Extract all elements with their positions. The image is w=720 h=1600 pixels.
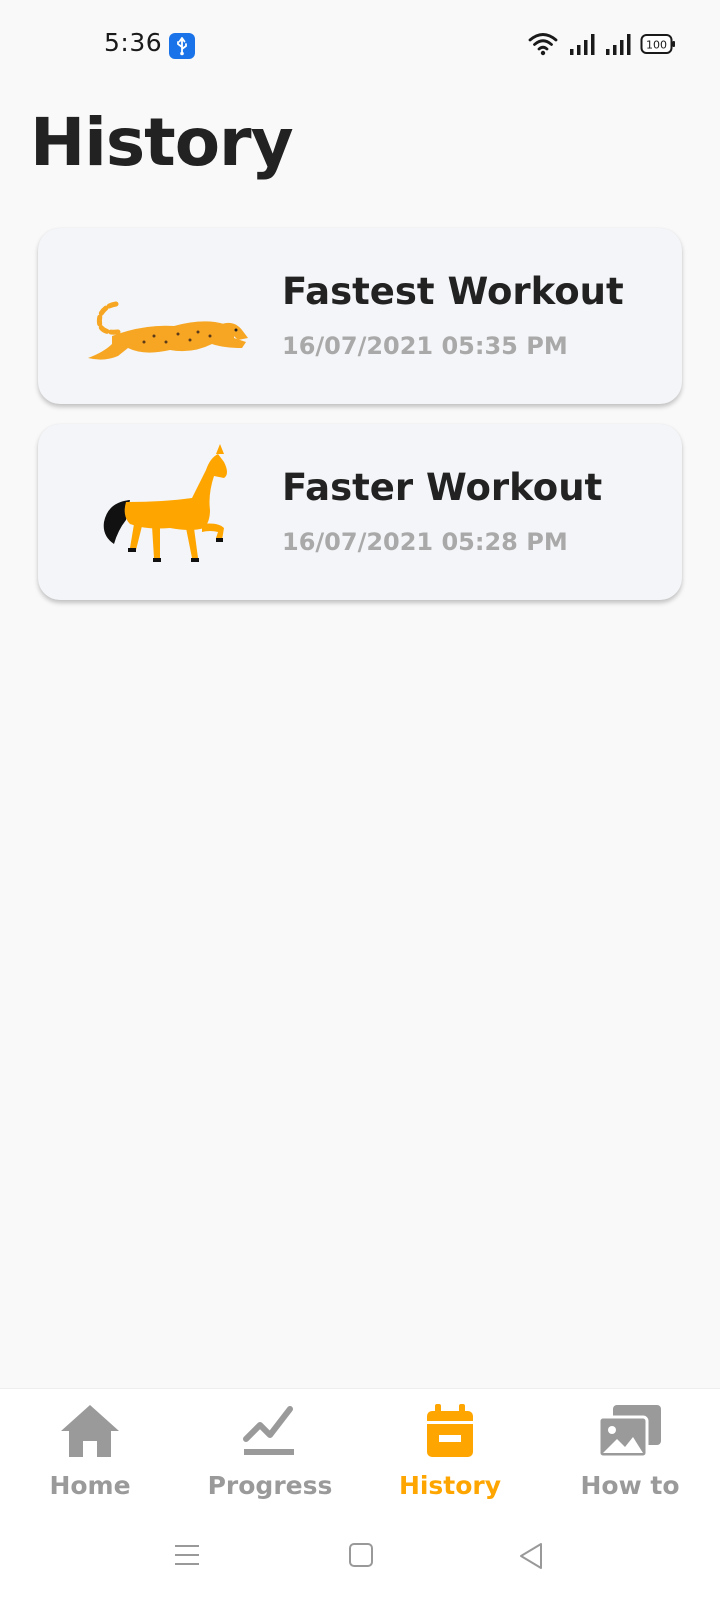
workout-date: 16/07/2021 05:35 PM (282, 332, 568, 360)
nav-item-home[interactable]: Home (0, 1389, 180, 1525)
menu-icon[interactable] (174, 1542, 200, 1568)
nav-label-home: Home (49, 1471, 131, 1500)
status-bar: 5:36 100 (0, 0, 720, 90)
page-title: History (30, 104, 294, 181)
system-nav-bar (0, 1524, 720, 1600)
cheetah-illustration (88, 301, 248, 360)
status-time: 5:36 (104, 28, 163, 57)
home-square-icon[interactable] (348, 1542, 374, 1568)
battery-level: 100 (646, 39, 667, 52)
nav-label-history: History (398, 1471, 502, 1500)
calendar-icon (427, 1404, 473, 1457)
bottom-nav: Home Progress History How to (0, 1388, 720, 1525)
workout-date: 16/07/2021 05:28 PM (282, 528, 568, 556)
nav-label-how-to: How to (580, 1471, 680, 1500)
home-icon (61, 1405, 119, 1457)
history-screen: 5:36 100 History Fastest Workout 16/07/2… (0, 0, 720, 1600)
nav-item-progress[interactable]: Progress (180, 1389, 360, 1525)
nav-item-how-to[interactable]: How to (540, 1389, 720, 1525)
back-icon[interactable] (518, 1542, 544, 1570)
wifi-icon (528, 33, 558, 56)
signal-icon (570, 34, 595, 55)
nav-item-history[interactable]: History (360, 1389, 540, 1525)
usb-icon (169, 33, 195, 59)
chart-icon (243, 1406, 294, 1455)
workout-title: Faster Workout (282, 466, 603, 509)
horse-illustration (103, 444, 227, 562)
workout-card[interactable]: Fastest Workout 16/07/2021 05:35 PM (38, 228, 682, 404)
battery-icon: 100 (640, 34, 675, 54)
workout-title: Fastest Workout (282, 270, 624, 313)
gallery-icon (597, 1405, 661, 1459)
signal-icon (606, 34, 631, 55)
nav-label-progress: Progress (207, 1471, 333, 1500)
workout-card[interactable]: Faster Workout 16/07/2021 05:28 PM (38, 424, 682, 600)
